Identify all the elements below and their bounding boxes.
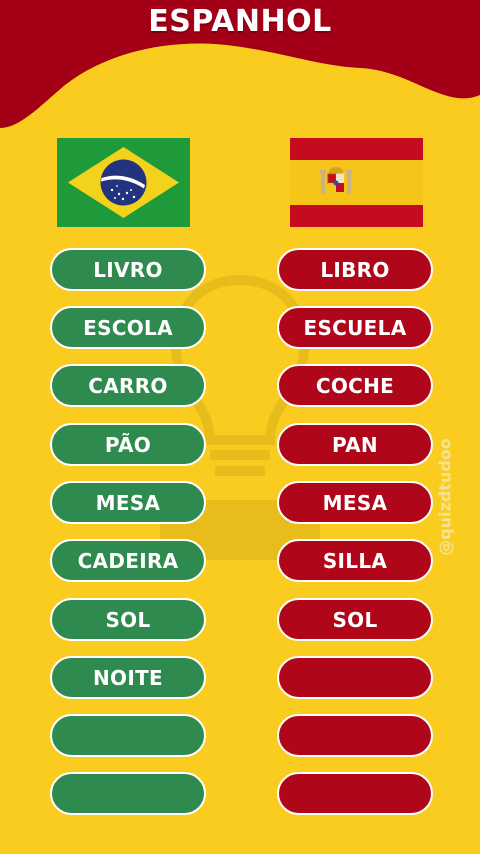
spain-flag-icon [290,138,423,227]
spanish-word-pill[interactable]: COCHE [277,364,433,407]
portuguese-word-pill[interactable]: CADEIRA [50,539,206,582]
spanish-word-pill[interactable]: SILLA [277,539,433,582]
portuguese-word-pill[interactable]: PÃO [50,423,206,466]
portuguese-word-pill[interactable]: NOITE [50,656,206,699]
portuguese-word-pill[interactable]: CARRO [50,364,206,407]
portuguese-word-pill[interactable]: LIVRO [50,248,206,291]
portuguese-word-pill[interactable]: ESCOLA [50,306,206,349]
spanish-word-pill[interactable]: PAN [277,423,433,466]
quiz-screen: ESPANHOL LIVRO LIBRO ESCOLA ESCUELA CARR… [0,0,480,854]
spanish-word-pill[interactable]: SOL [277,598,433,641]
spanish-word-pill[interactable] [277,656,433,699]
portuguese-word-pill[interactable]: SOL [50,598,206,641]
spanish-word-pill[interactable]: LIBRO [277,248,433,291]
portuguese-word-pill[interactable]: MESA [50,481,206,524]
portuguese-word-pill[interactable] [50,772,206,815]
spanish-word-pill[interactable] [277,714,433,757]
brazil-flag-icon [57,138,190,227]
portuguese-word-pill[interactable] [50,714,206,757]
spanish-word-pill[interactable]: ESCUELA [277,306,433,349]
spanish-word-pill[interactable]: MESA [277,481,433,524]
page-title: ESPANHOL [148,4,332,39]
social-handle: @quizdtudoo [435,438,455,556]
spanish-word-pill[interactable] [277,772,433,815]
